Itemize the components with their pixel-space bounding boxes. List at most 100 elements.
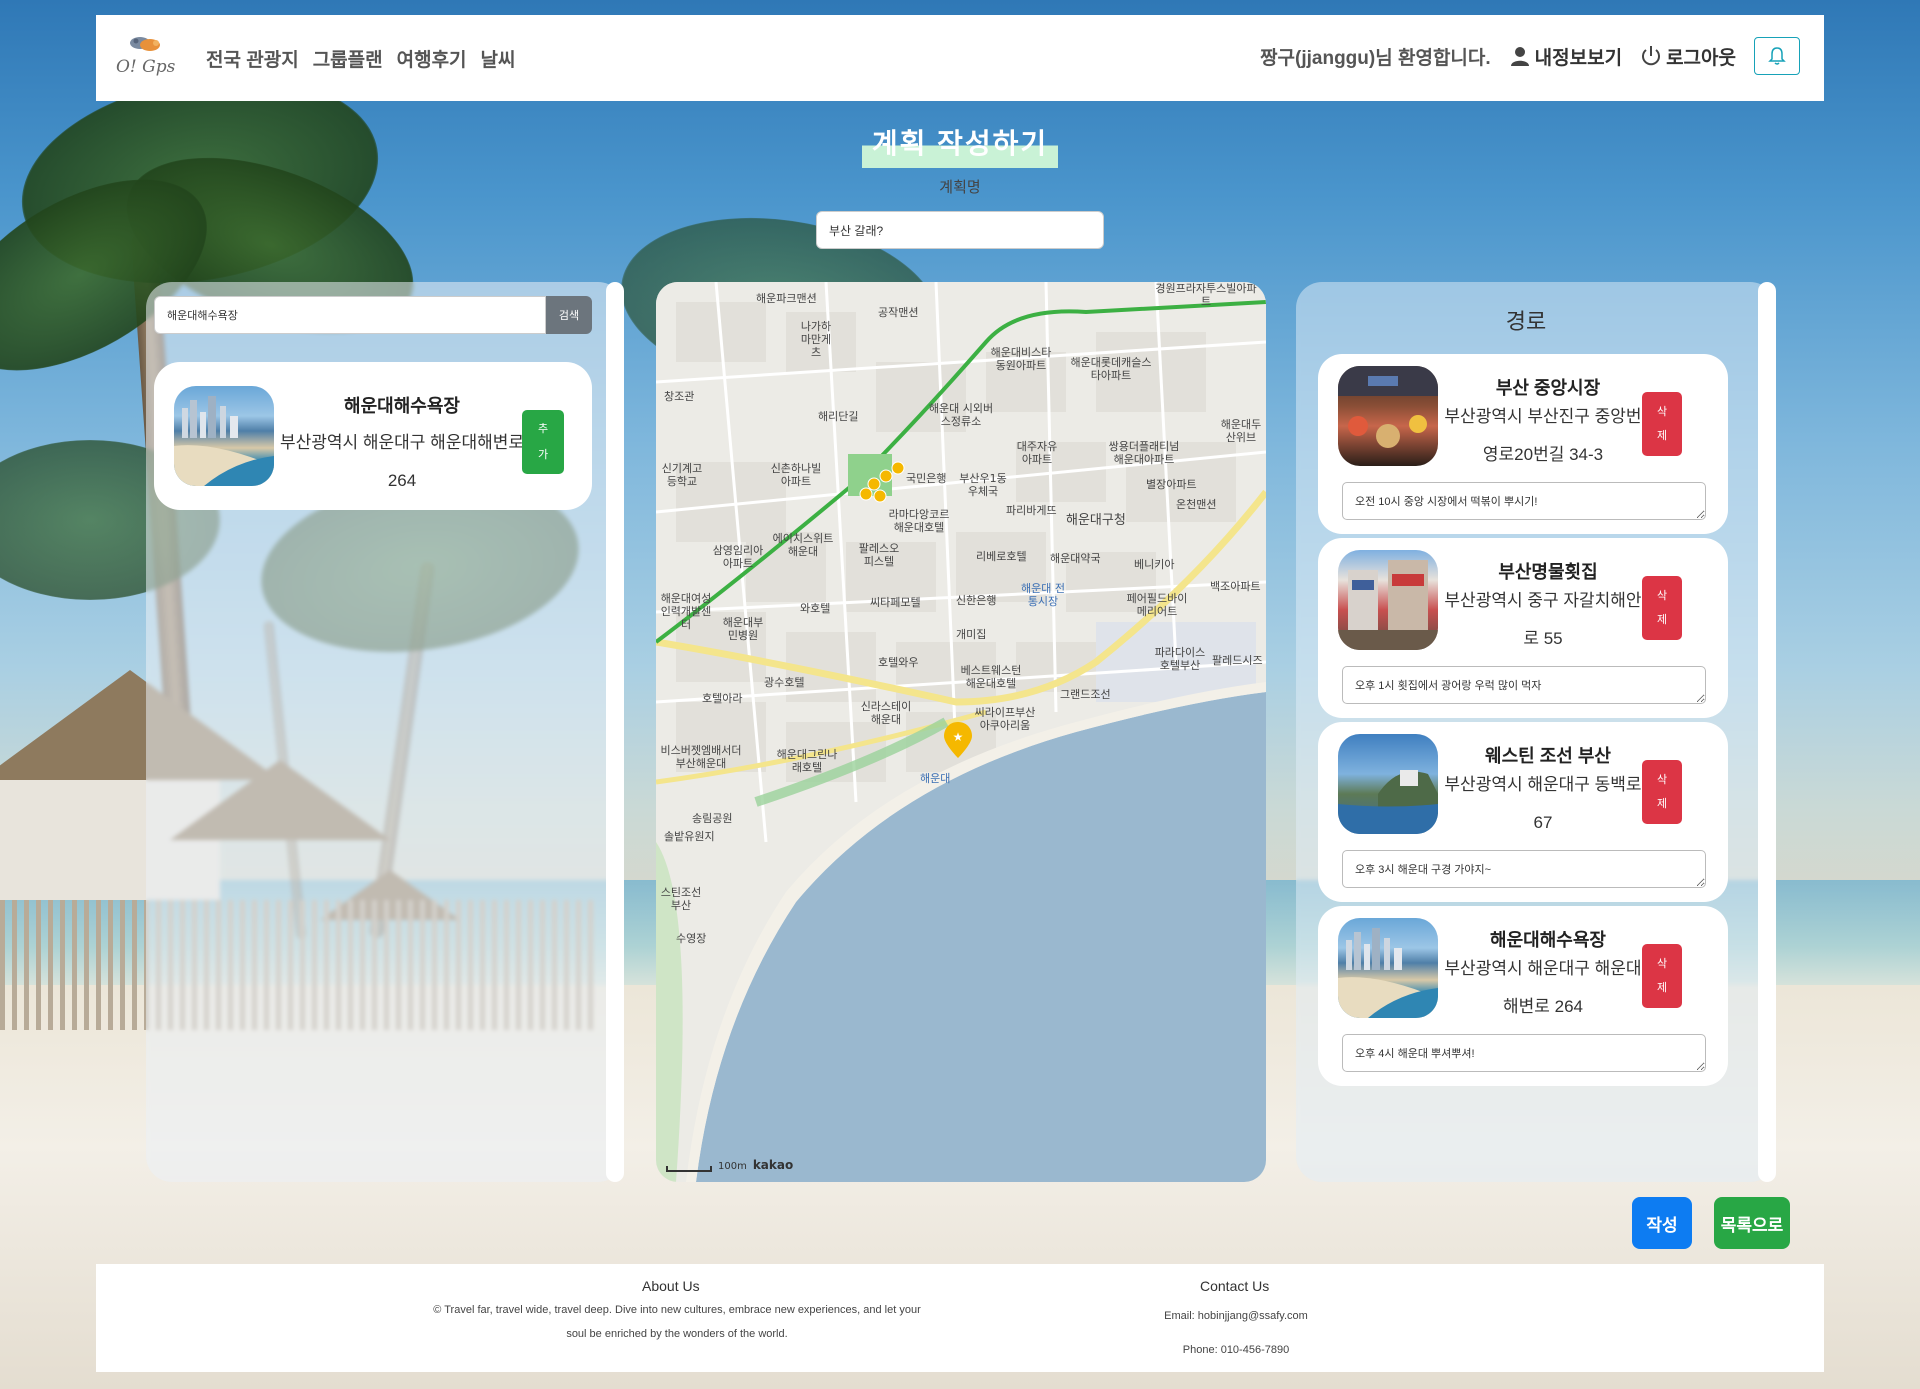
map-label: 에이치스위트해운대: [772, 532, 834, 558]
map-label: 해운대롯데캐슬스타아파트: [1070, 356, 1152, 382]
brand-logo[interactable]: O! Gps: [116, 33, 176, 85]
scale-label: 100m: [718, 1161, 747, 1172]
map-label: 해운대부민병원: [722, 616, 764, 642]
route-memo-input[interactable]: 오후 1시 횟집에서 광어랑 우럭 많이 먹자: [1342, 666, 1706, 704]
footer: About Us © Travel far, travel wide, trav…: [96, 1264, 1824, 1372]
map-label: 해운대: [920, 772, 951, 785]
page-title-wrap: 계획 작성하기: [862, 118, 1058, 168]
delete-route-button[interactable]: 삭제: [1642, 392, 1682, 456]
power-icon: [1642, 46, 1661, 66]
plan-name-input[interactable]: [816, 211, 1104, 249]
nav-link-attractions[interactable]: 전국 관광지: [206, 45, 299, 72]
add-place-button[interactable]: 추가: [522, 410, 564, 474]
delete-label: 삭제: [1656, 589, 1668, 626]
map-label: 부산우1동우체국: [959, 472, 1007, 498]
map-label: 씨라이프부산아쿠아리움: [974, 706, 1036, 732]
map-label: 파리바게뜨: [1006, 504, 1057, 517]
coast-photo-icon: [1338, 770, 1438, 834]
map-label: 삼영임리아아파트: [712, 544, 764, 570]
map-label: 경원프라자투스빌아파트: [1155, 282, 1257, 308]
nav-user-area: 짱구(jjanggu)님 환영합니다. 내정보보기 로그아웃: [1260, 37, 1800, 75]
map-label: 대주자유아파트: [1016, 440, 1058, 466]
footer-about-text: © Travel far, travel wide, travel deep. …: [432, 1298, 922, 1346]
route-item: 부산 중앙시장 부산광역시 부산진구 중앙번영로20번길 34-3 삭제 오전 …: [1318, 354, 1728, 534]
footer-about-body: Travel far, travel wide, travel deep. Di…: [444, 1304, 921, 1340]
my-info-label: 내정보보기: [1534, 47, 1623, 69]
map-label: 수영장: [676, 932, 707, 945]
copyright-symbol: ©: [433, 1304, 442, 1316]
route-panel: 경로 부산 중앙시장 부산광역시 부산진구 중앙번영로20번길 34-3 삭제 …: [1296, 282, 1776, 1182]
map-label: 베니키아: [1134, 558, 1175, 571]
map-label: 해운대약국: [1050, 552, 1101, 565]
back-to-list-button[interactable]: 목록으로: [1714, 1197, 1790, 1249]
map-label: 온천맨션: [1176, 498, 1217, 511]
user-icon: [1510, 47, 1529, 66]
map-label: 해운대비스타동원아파트: [990, 346, 1052, 372]
brand-text: O! Gps: [116, 57, 176, 77]
map-label: 공작맨션: [878, 306, 919, 319]
place-thumbnail: [174, 386, 274, 486]
map-provider-logo: kakao: [752, 1158, 794, 1172]
map-label: 송림공원: [692, 812, 733, 825]
place-search-input[interactable]: [154, 296, 546, 334]
map-label: 페어필드바이메리어트: [1126, 592, 1188, 618]
search-button[interactable]: 검색: [546, 296, 592, 334]
route-panel-scrollbar[interactable]: [1758, 282, 1776, 1182]
map-label: 해운대여성인력개발센터: [660, 592, 712, 631]
route-item: 부산명물횟집 부산광역시 중구 자갈치해안로 55 삭제 오후 1시 횟집에서 …: [1318, 538, 1728, 718]
map-label: 개미집: [956, 628, 987, 641]
footer-phone: Phone: 010-456-7890: [1182, 1344, 1290, 1356]
nav-links: 전국 관광지 그룹플랜 여행후기 날씨: [206, 45, 516, 72]
place-thumbnail: [1338, 734, 1438, 834]
map-label: 비스버젯엠배서더부산해운대: [660, 744, 742, 770]
plan-name-label: 계획명: [939, 179, 981, 196]
search-panel: 검색 해운대해수욕장 부산광역시 해운대구 해운대해변로 264 추가: [146, 282, 624, 1182]
delete-route-button[interactable]: 삭제: [1642, 944, 1682, 1008]
kakao-map[interactable]: ★ 해운파크맨션 공작맨션 경원프라자투스빌아파트 나가하마만게츠 해운대비스타…: [656, 282, 1266, 1182]
route-place-address: 부산광역시 해운대구 해운대해변로 264: [1444, 959, 1642, 1016]
map-label: 솔밭유원지: [664, 830, 715, 843]
map-label: 나가하마만게츠: [800, 320, 832, 359]
map-label: 해운대두산위브: [1220, 418, 1262, 444]
route-place-name: 부산명물횟집: [1498, 562, 1598, 582]
route-place-address: 부산광역시 중구 자갈치해안로 55: [1444, 591, 1642, 648]
bell-icon: [1768, 47, 1786, 65]
my-info-button[interactable]: 내정보보기: [1509, 43, 1622, 70]
map-label: 베스트웨스턴해운대호텔: [960, 664, 1022, 690]
route-item: 웨스틴 조선 부산 부산광역시 해운대구 동백로 67 삭제 오후 3시 해운대…: [1318, 722, 1728, 902]
map-label: 호텔와우: [878, 656, 919, 669]
page-title: 계획 작성하기: [862, 118, 1058, 168]
nav-link-reviews[interactable]: 여행후기: [397, 45, 467, 72]
route-place-name: 웨스틴 조선 부산: [1485, 746, 1611, 766]
logout-label: 로그아웃: [1666, 47, 1736, 69]
map-label: 신한은행: [956, 594, 997, 607]
delete-label: 삭제: [1656, 957, 1668, 994]
route-memo-input[interactable]: 오전 10시 중앙 시장에서 떡볶이 뿌시기!: [1342, 482, 1706, 520]
notification-button[interactable]: [1754, 37, 1800, 75]
map-label: 쌍용더플래티넘해운대아파트: [1108, 440, 1180, 466]
map-label: 신라스테이해운대: [860, 700, 912, 726]
map-label: 와호텔: [800, 602, 831, 615]
map-label: 파라다이스호텔부산: [1154, 646, 1206, 672]
delete-route-button[interactable]: 삭제: [1642, 576, 1682, 640]
route-memo-input[interactable]: 오후 4시 해운대 뿌셔뿌셔!: [1342, 1034, 1706, 1072]
map-label: 리베로호텔: [976, 550, 1027, 563]
footer-email: Email: hobinjjang@ssafy.com: [1164, 1310, 1308, 1322]
place-thumbnail: [1338, 550, 1438, 650]
map-scale: 100m kakao: [666, 1158, 793, 1172]
route-item: 해운대해수욕장 부산광역시 해운대구 해운대해변로 264 삭제 오후 4시 해…: [1318, 906, 1728, 1086]
route-memo-input[interactable]: 오후 3시 해운대 구경 가야지~: [1342, 850, 1706, 888]
map-label: 별장아파트: [1146, 478, 1197, 491]
nav-link-group-plan[interactable]: 그룹플랜: [313, 45, 383, 72]
delete-label: 삭제: [1656, 773, 1668, 810]
place-thumbnail: [1338, 366, 1438, 466]
delete-route-button[interactable]: 삭제: [1642, 760, 1682, 824]
logout-button[interactable]: 로그아웃: [1640, 43, 1736, 70]
route-place-address: 부산광역시 해운대구 동백로 67: [1444, 775, 1642, 832]
map-label: 해운대 시외버스정류소: [928, 402, 994, 428]
map-label: 팔레스오피스텔: [858, 542, 900, 568]
nav-link-weather[interactable]: 날씨: [481, 45, 516, 72]
write-button[interactable]: 작성: [1632, 1197, 1692, 1249]
search-panel-scrollbar[interactable]: [606, 282, 624, 1182]
footer-about-title: About Us: [642, 1278, 700, 1294]
